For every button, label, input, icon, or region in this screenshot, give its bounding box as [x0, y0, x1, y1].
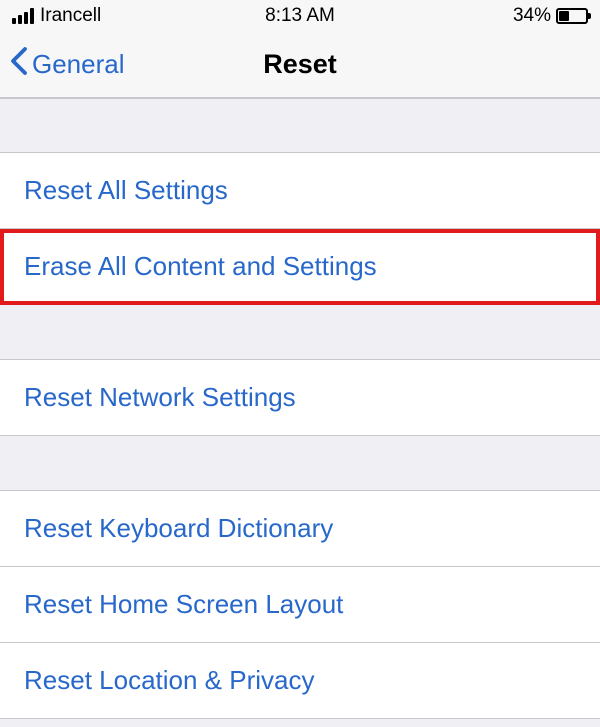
back-label: General — [32, 49, 125, 80]
reset-network-settings[interactable]: Reset Network Settings — [0, 360, 600, 436]
signal-strength-icon — [12, 8, 34, 24]
battery-percent: 34% — [513, 5, 551, 27]
back-button[interactable]: General — [10, 46, 125, 83]
reset-all-settings[interactable]: Reset All Settings — [0, 153, 600, 229]
status-bar: Irancell 8:13 AM 34% — [0, 0, 600, 32]
section-gap — [0, 436, 600, 491]
chevron-left-icon — [10, 46, 28, 83]
nav-bar: General Reset — [0, 32, 600, 98]
erase-all-content-and-settings[interactable]: Erase All Content and Settings — [0, 229, 600, 305]
page-title: Reset — [263, 49, 337, 80]
status-time: 8:13 AM — [265, 5, 335, 27]
carrier-label: Irancell — [40, 5, 101, 27]
status-left: Irancell — [12, 5, 101, 27]
reset-location-privacy[interactable]: Reset Location & Privacy — [0, 643, 600, 719]
section-gap — [0, 98, 600, 153]
reset-home-screen-layout[interactable]: Reset Home Screen Layout — [0, 567, 600, 643]
section-gap — [0, 305, 600, 360]
reset-keyboard-dictionary[interactable]: Reset Keyboard Dictionary — [0, 491, 600, 567]
battery-icon — [556, 8, 588, 24]
status-right: 34% — [513, 5, 588, 27]
